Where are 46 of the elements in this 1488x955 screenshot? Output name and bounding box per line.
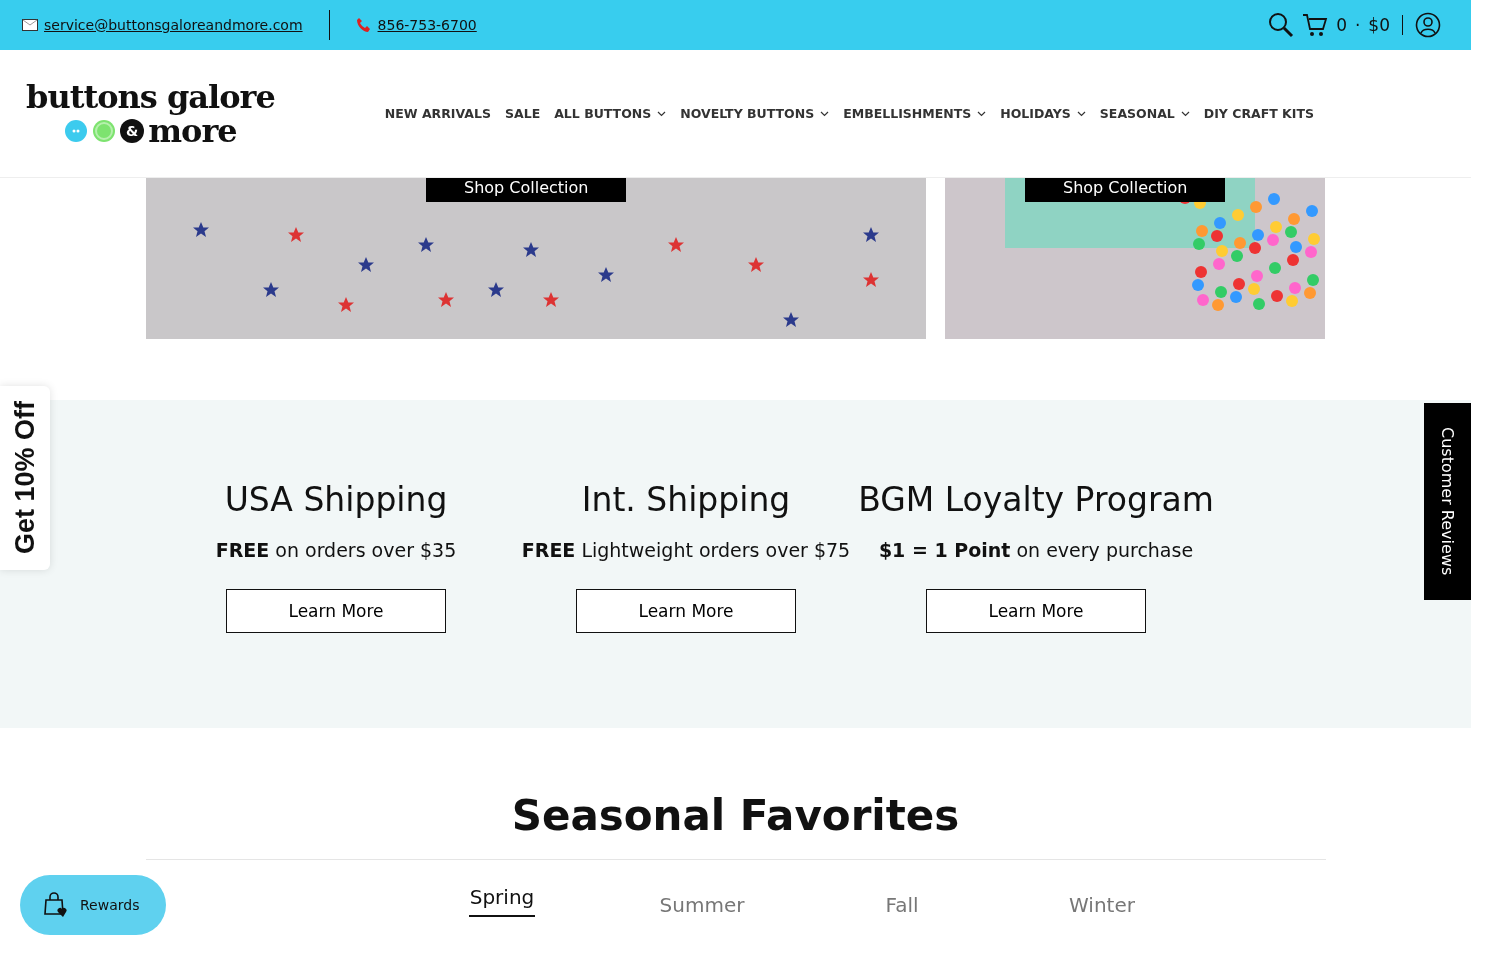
discount-tab[interactable]: Get 10% Off — [0, 386, 50, 570]
caret-icon — [1180, 110, 1190, 117]
season-tab[interactable]: Summer — [602, 860, 802, 917]
phone-icon — [355, 17, 372, 33]
caret-icon — [657, 110, 667, 117]
account-icon[interactable] — [1415, 12, 1441, 38]
search-icon[interactable] — [1268, 12, 1295, 38]
perk-description: FREE Lightweight orders over $75 — [521, 539, 851, 561]
cart-separator: · — [1354, 15, 1361, 35]
perk-title: USA Shipping — [224, 480, 448, 519]
ampersand-badge: & — [120, 118, 145, 143]
caret-icon — [820, 110, 830, 117]
button-dots-icon — [64, 118, 117, 143]
nav-link[interactable]: NEW ARRIVALS — [384, 106, 491, 121]
cart-count[interactable]: 0 — [1336, 15, 1347, 35]
reviews-tab[interactable]: Customer Reviews — [1424, 403, 1471, 600]
section-title: Seasonal Favorites — [511, 791, 960, 841]
perk-title: BGM Loyalty Program — [858, 480, 1214, 519]
nav-link[interactable]: HOLIDAYS — [1000, 106, 1086, 121]
shop-collection-button[interactable]: Shop Collection — [1025, 178, 1226, 202]
perk-description: FREE on orders over $35 — [215, 539, 457, 561]
cart-icon[interactable] — [1302, 12, 1329, 38]
season-tab[interactable]: Fall — [802, 860, 1002, 917]
season-tab[interactable]: Spring — [469, 860, 535, 917]
cart-total[interactable]: $0 — [1368, 15, 1390, 35]
learn-more-button[interactable]: Learn More — [576, 589, 796, 633]
caret-icon — [977, 110, 987, 117]
logo-text[interactable]: buttons galore — [26, 79, 275, 114]
nav-link[interactable]: EMBELLISHMENTS — [843, 106, 987, 121]
learn-more-button[interactable]: Learn More — [926, 589, 1146, 633]
shop-collection-button[interactable]: Shop Collection — [426, 178, 627, 202]
phone-link[interactable]: 856-753-6700 — [377, 17, 477, 33]
season-tab[interactable]: Winter — [1002, 860, 1202, 917]
perk-description: $1 = 1 Point on every purchase — [878, 539, 1194, 561]
perk-title: Int. Shipping — [581, 480, 791, 519]
envelope-icon — [22, 19, 38, 31]
bag-heart-icon — [42, 891, 70, 919]
nav-link[interactable]: ALL BUTTONS — [554, 106, 667, 121]
caret-icon — [1076, 110, 1086, 117]
nav-link[interactable]: SALE — [505, 106, 541, 121]
nav-link[interactable]: NOVELTY BUTTONS — [680, 106, 830, 121]
nav-link[interactable]: SEASONAL — [1099, 106, 1190, 121]
learn-more-button[interactable]: Learn More — [226, 589, 446, 633]
nav-link[interactable]: DIY CRAFT KITS — [1203, 106, 1314, 121]
email-link[interactable]: service@buttonsgaloreandmore.com — [44, 17, 303, 33]
rewards-button[interactable]: Rewards — [20, 875, 166, 935]
